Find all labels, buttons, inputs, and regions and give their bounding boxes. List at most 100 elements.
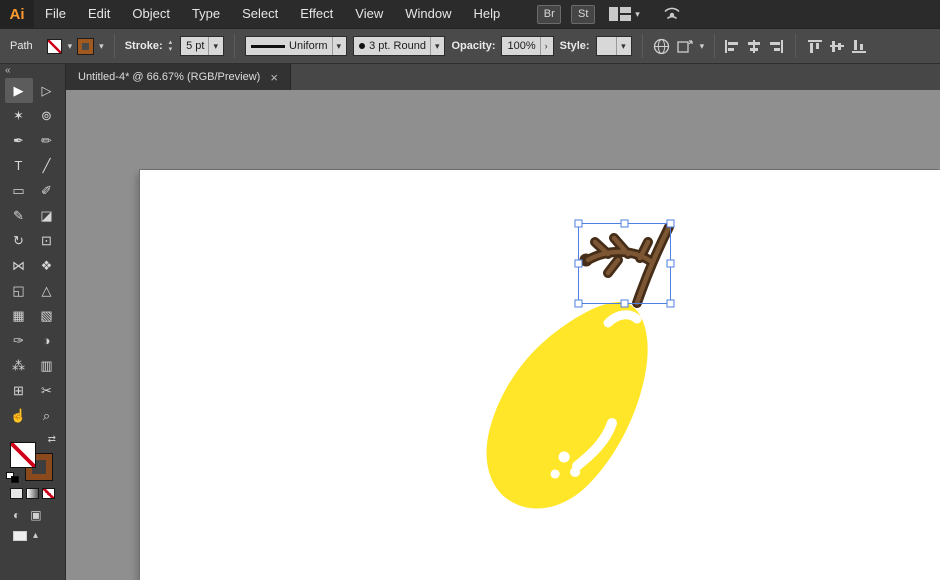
chevron-down-icon[interactable]: ▾ bbox=[331, 37, 341, 55]
zoom-tool[interactable]: ⌕ bbox=[33, 403, 61, 428]
fill-none-swatch[interactable] bbox=[46, 38, 62, 54]
chevron-down-icon[interactable]: ▾ bbox=[616, 37, 626, 55]
separator bbox=[234, 34, 236, 58]
lasso-tool[interactable]: ⊚ bbox=[33, 103, 61, 128]
document-setup-globe-icon[interactable] bbox=[653, 38, 670, 55]
width-tool[interactable]: ⋈ bbox=[5, 253, 33, 278]
pen-tool[interactable]: ✒ bbox=[5, 128, 33, 153]
illustrator-logo-icon[interactable]: Ai bbox=[0, 0, 34, 28]
document-tab-bar: Untitled-4* @ 66.67% (RGB/Preview) × bbox=[66, 64, 940, 90]
screen-mode-caret-icon[interactable]: ▴ bbox=[33, 530, 38, 541]
align-left-icon[interactable] bbox=[725, 39, 739, 53]
opacity-field[interactable]: 100% › bbox=[501, 36, 554, 56]
menu-help[interactable]: Help bbox=[462, 0, 511, 28]
align-right-icon[interactable] bbox=[769, 39, 784, 53]
screen-mode-icon[interactable] bbox=[13, 530, 27, 541]
scale-tool[interactable]: ⊡ bbox=[33, 228, 61, 253]
stroke-weight-stepper[interactable]: ▴ ▾ bbox=[169, 39, 173, 53]
symbol-sprayer-tool[interactable]: ⁂ bbox=[5, 353, 33, 378]
chevron-down-icon[interactable]: ▾ bbox=[208, 37, 218, 55]
paintbrush-tool[interactable]: ✐ bbox=[33, 178, 61, 203]
default-fill-stroke-icon[interactable] bbox=[6, 472, 20, 484]
chevron-down-icon[interactable]: ▾ bbox=[429, 37, 439, 55]
separator bbox=[714, 34, 716, 58]
draw-normal-icon[interactable]: ◐ bbox=[13, 508, 20, 522]
style-dropdown[interactable]: ▾ bbox=[595, 36, 632, 56]
selection-handle-s[interactable] bbox=[620, 299, 629, 308]
stroke-color-swatch[interactable] bbox=[77, 37, 95, 55]
none-button[interactable] bbox=[42, 488, 55, 499]
panel-collapse-icon[interactable]: « bbox=[0, 64, 65, 78]
stroke-preview-line bbox=[251, 44, 286, 48]
menu-select[interactable]: Select bbox=[231, 0, 289, 28]
stroke-weight-field[interactable]: 5 pt ▾ bbox=[180, 36, 225, 56]
rectangle-tool[interactable]: ▭ bbox=[5, 178, 33, 203]
gradient-tool[interactable]: ▧ bbox=[33, 303, 61, 328]
align-center-icon[interactable] bbox=[747, 39, 761, 53]
draw-inside-icon[interactable]: ▣ bbox=[30, 508, 41, 522]
direct-selection-tool[interactable]: ▷ bbox=[33, 78, 61, 103]
magic-wand-tool[interactable]: ✶ bbox=[5, 103, 33, 128]
slice-tool[interactable]: ✂ bbox=[33, 378, 61, 403]
blend-tool[interactable]: ◑ bbox=[33, 328, 61, 353]
stem-outline[interactable] bbox=[579, 222, 674, 308]
share-screen-icon[interactable] bbox=[662, 5, 682, 24]
stroke-profile-dropdown[interactable]: Uniform ▾ bbox=[245, 36, 348, 56]
tools-panel: « ▶ ▷ ✶ ⊚ ✒ ✏ T ╱ ▭ ✐ ✎ ◪ ↻ ⊡ ⋈ ❖ ◱ △ ▦ … bbox=[0, 64, 66, 580]
shape-builder-tool[interactable]: ◱ bbox=[5, 278, 33, 303]
line-segment-tool[interactable]: ╱ bbox=[33, 153, 61, 178]
swap-fill-stroke-icon[interactable]: ⇄ bbox=[48, 434, 56, 445]
color-button[interactable] bbox=[10, 488, 23, 499]
align-bottom-icon[interactable] bbox=[852, 39, 867, 53]
menu-type[interactable]: Type bbox=[181, 0, 231, 28]
type-tool[interactable]: T bbox=[5, 153, 33, 178]
chevron-down-icon[interactable]: ▾ bbox=[700, 41, 705, 52]
artboard-tool[interactable]: ⊞ bbox=[5, 378, 33, 403]
bridge-button[interactable]: Br bbox=[537, 4, 562, 24]
selection-handle-ne[interactable] bbox=[666, 219, 675, 228]
canvas-area[interactable] bbox=[66, 90, 940, 580]
menu-window[interactable]: Window bbox=[394, 0, 462, 28]
gradient-button[interactable] bbox=[26, 488, 39, 499]
selection-handle-se[interactable] bbox=[666, 299, 675, 308]
menu-file[interactable]: File bbox=[34, 0, 77, 28]
free-transform-tool[interactable]: ❖ bbox=[33, 253, 61, 278]
artboard[interactable] bbox=[140, 170, 940, 580]
chevron-right-icon[interactable]: › bbox=[539, 37, 548, 55]
close-icon[interactable]: × bbox=[270, 70, 278, 85]
document-title: Untitled-4* @ 66.67% (RGB/Preview) bbox=[78, 71, 261, 83]
shaper-tool[interactable]: ✎ bbox=[5, 203, 33, 228]
document-tab[interactable]: Untitled-4* @ 66.67% (RGB/Preview) × bbox=[66, 64, 291, 90]
artwork-layer bbox=[486, 219, 675, 509]
menu-effect[interactable]: Effect bbox=[289, 0, 344, 28]
lemon-body[interactable] bbox=[486, 302, 648, 509]
selection-handle-sw[interactable] bbox=[574, 299, 583, 308]
separator bbox=[641, 34, 643, 58]
selection-handle-n[interactable] bbox=[620, 219, 629, 228]
selection-handle-nw[interactable] bbox=[574, 219, 583, 228]
hand-tool[interactable]: ☝ bbox=[5, 403, 33, 428]
stock-button[interactable]: St bbox=[571, 4, 596, 24]
screen-mode-row: ▴ bbox=[13, 530, 65, 541]
transform-panel-icon[interactable] bbox=[676, 38, 694, 54]
selection-handle-w[interactable] bbox=[574, 259, 583, 268]
workspace-switcher[interactable]: ▾ bbox=[609, 7, 640, 21]
fill-indicator-swatch[interactable] bbox=[10, 442, 36, 468]
eyedropper-tool[interactable]: ✑ bbox=[5, 328, 33, 353]
menu-edit[interactable]: Edit bbox=[77, 0, 121, 28]
eraser-tool[interactable]: ◪ bbox=[33, 203, 61, 228]
brush-definition-dropdown[interactable]: 3 pt. Round ▾ bbox=[353, 36, 446, 56]
align-top-icon[interactable] bbox=[808, 39, 823, 53]
rotate-tool[interactable]: ↻ bbox=[5, 228, 33, 253]
menu-object[interactable]: Object bbox=[121, 0, 181, 28]
menu-view[interactable]: View bbox=[344, 0, 394, 28]
curvature-tool[interactable]: ✏ bbox=[33, 128, 61, 153]
fill-caret-icon[interactable]: ▾ bbox=[68, 41, 73, 52]
perspective-grid-tool[interactable]: △ bbox=[33, 278, 61, 303]
column-graph-tool[interactable]: ▥ bbox=[33, 353, 61, 378]
align-middle-icon[interactable] bbox=[830, 40, 845, 53]
mesh-tool[interactable]: ▦ bbox=[5, 303, 33, 328]
selection-tool[interactable]: ▶ bbox=[4, 78, 33, 103]
stroke-caret-icon[interactable]: ▾ bbox=[99, 41, 104, 52]
selection-handle-e[interactable] bbox=[666, 259, 675, 268]
